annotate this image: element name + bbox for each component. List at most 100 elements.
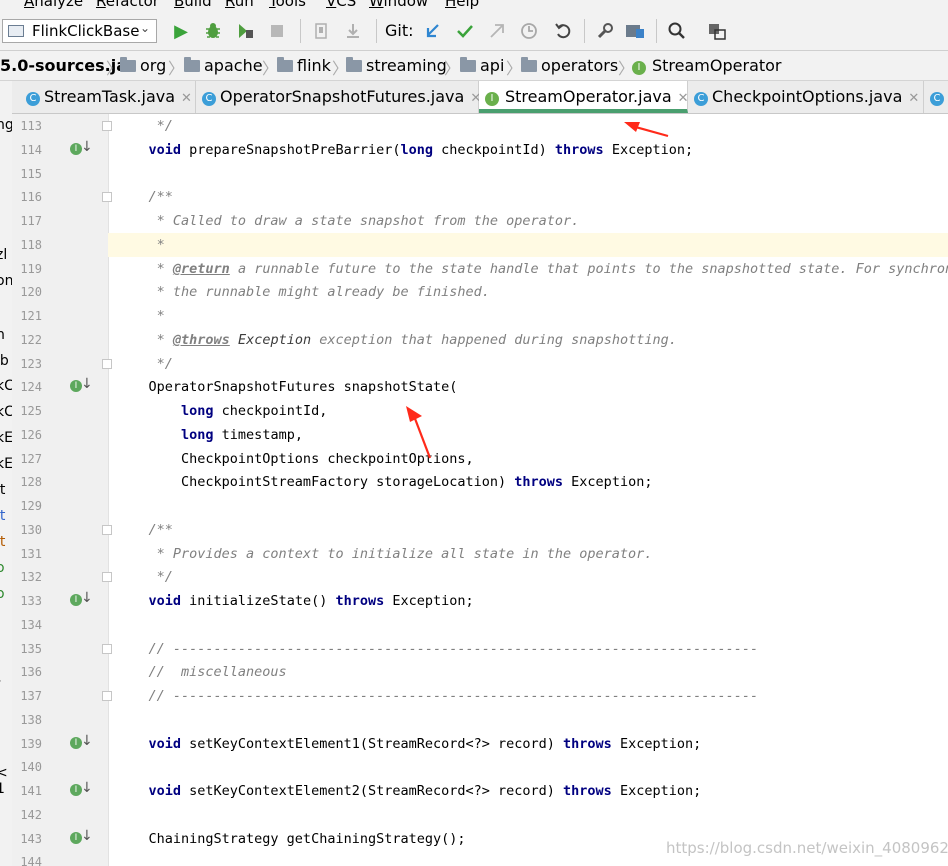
class-icon: C [930, 92, 944, 106]
breadcrumb-streaming[interactable]: streaming [346, 56, 447, 75]
breadcrumb-org[interactable]: org [120, 56, 166, 75]
code-line[interactable]: * @throws Exception exception that happe… [108, 328, 948, 352]
project-tree-fragment[interactable]: 1 [0, 781, 5, 797]
tab-overflow[interactable]: CC [924, 81, 948, 113]
terminal-icon[interactable] [706, 21, 728, 43]
debug-icon[interactable] [202, 21, 224, 43]
code-line[interactable]: long checkpointId, [108, 399, 948, 423]
menu-tools[interactable]: Tools [269, 0, 306, 11]
code-text: * Provides a context to initialize all s… [116, 546, 653, 562]
project-tree-fragment[interactable]: lt [0, 482, 5, 498]
implemented-method-icon[interactable]: I ↓ [70, 376, 93, 396]
git-update-icon[interactable] [422, 21, 444, 43]
breadcrumb-operators[interactable]: operators [521, 56, 618, 75]
fold-marker-icon[interactable] [102, 572, 112, 582]
code-line[interactable] [108, 613, 948, 637]
project-tree-fragment[interactable]: kE [0, 456, 12, 472]
close-icon[interactable]: ✕ [678, 91, 689, 106]
close-icon[interactable]: ✕ [181, 91, 192, 106]
project-tree-fragment[interactable]: lt [0, 508, 5, 524]
code-editor[interactable]: */ 113 void prepareSnapshotPreBarrier(lon… [12, 114, 948, 866]
run-with-coverage-icon[interactable] [234, 21, 256, 43]
code-line[interactable]: // -------------------------------------… [108, 684, 948, 708]
fold-marker-icon[interactable] [102, 359, 112, 369]
project-tree-fragment[interactable]: lt [0, 534, 5, 550]
code-line[interactable]: CheckpointOptions checkpointOptions, [108, 447, 948, 471]
implemented-method-icon[interactable]: I ↓ [70, 780, 93, 800]
code-line[interactable] [108, 803, 948, 827]
menu-build[interactable]: Build [174, 0, 212, 11]
project-tree-fragment[interactable]: n [0, 327, 5, 343]
project-tree-fragment[interactable]: o [0, 586, 5, 602]
code-line[interactable]: void setKeyContextElement1(StreamRecord<… [108, 732, 948, 756]
code-line[interactable]: * Provides a context to initialize all s… [108, 542, 948, 566]
breadcrumb-flink[interactable]: flink [277, 56, 331, 75]
search-icon[interactable] [666, 21, 688, 43]
implemented-method-icon[interactable]: I ↓ [70, 590, 93, 610]
menu-vcs[interactable]: VCS [326, 0, 356, 11]
code-line[interactable]: // -------------------------------------… [108, 637, 948, 661]
menu-analyze[interactable]: Analyze [24, 0, 83, 11]
tab-streamoperator[interactable]: I StreamOperator.java ✕ [479, 81, 689, 113]
git-compare-icon[interactable] [486, 21, 508, 43]
fold-marker-icon[interactable] [102, 644, 112, 654]
menu-run[interactable]: Run [225, 0, 254, 11]
attach-icon[interactable] [310, 21, 332, 43]
tab-checkpointoptions[interactable]: C CheckpointOptions.java ✕ [688, 81, 924, 113]
tab-operatorsnapshotfutures[interactable]: C OperatorSnapshotFutures.java ✕ [196, 81, 481, 113]
code-line[interactable]: * Called to draw a state snapshot from t… [108, 209, 948, 233]
fold-marker-icon[interactable] [102, 121, 112, 131]
code-line[interactable]: OperatorSnapshotFutures snapshotState( [108, 375, 948, 399]
menu-refactor[interactable]: Refactor [96, 0, 159, 11]
menu-help[interactable]: Help [445, 0, 479, 11]
breadcrumb-api[interactable]: api [460, 56, 504, 75]
project-tree-fragment[interactable]: ib [0, 353, 9, 369]
fold-marker-icon[interactable] [102, 525, 112, 535]
line-number: 126 [20, 428, 42, 442]
tab-streamtask[interactable]: C StreamTask.java ✕ [20, 81, 196, 113]
download-icon[interactable] [342, 21, 364, 43]
fold-marker-icon[interactable] [102, 192, 112, 202]
project-tree-fragment[interactable]: o [0, 560, 5, 576]
code-line[interactable]: void prepareSnapshotPreBarrier(long chec… [108, 138, 948, 162]
menu-window[interactable]: Window [369, 0, 428, 11]
implemented-method-icon[interactable]: I ↓ [70, 733, 93, 753]
run-configuration-select[interactable]: FlinkClickBase ⌄ [2, 19, 157, 43]
breadcrumb-apache[interactable]: apache [184, 56, 263, 75]
breadcrumb-streamoperator[interactable]: I StreamOperator [632, 56, 782, 75]
code-line[interactable]: long timestamp, [108, 423, 948, 447]
code-line[interactable]: // miscellaneous [108, 660, 948, 684]
code-line[interactable]: * [108, 233, 948, 257]
code-line[interactable]: * [108, 304, 948, 328]
code-line[interactable]: */ [108, 352, 948, 376]
git-commit-icon[interactable] [454, 21, 476, 43]
code-line[interactable] [108, 494, 948, 518]
code-line[interactable]: void setKeyContextElement2(StreamRecord<… [108, 779, 948, 803]
code-line[interactable]: */ [108, 565, 948, 589]
project-tree-fragment[interactable]: kE [0, 430, 12, 446]
close-icon[interactable]: ✕ [908, 91, 919, 106]
code-line[interactable]: /** [108, 518, 948, 542]
code-line[interactable] [108, 162, 948, 186]
code-line[interactable]: * the runnable might already be finished… [108, 280, 948, 304]
code-text: long checkpointId, [181, 403, 328, 419]
wrench-icon[interactable] [594, 21, 616, 43]
code-line[interactable]: /** [108, 185, 948, 209]
project-tree-fragment[interactable]: zl [0, 247, 7, 263]
rollback-icon[interactable] [552, 21, 574, 43]
stop-icon[interactable] [266, 21, 288, 43]
history-icon[interactable] [518, 21, 540, 43]
implemented-method-icon[interactable]: I ↓ [70, 828, 93, 848]
code-line[interactable] [108, 755, 948, 779]
project-structure-icon[interactable] [624, 21, 646, 43]
code-line[interactable] [108, 708, 948, 732]
code-line[interactable]: CheckpointStreamFactory storageLocation)… [108, 470, 948, 494]
code-line[interactable]: void initializeState() throws Exception; [108, 589, 948, 613]
code-line[interactable]: */ [108, 114, 948, 138]
code-line[interactable]: * @return a runnable future to the state… [108, 257, 948, 281]
run-icon[interactable]: ▶ [170, 21, 192, 43]
fold-marker-icon[interactable] [102, 691, 112, 701]
implemented-method-icon[interactable]: I ↓ [70, 139, 93, 159]
project-tree-fragment[interactable]: < [0, 765, 8, 781]
project-tree-fragment[interactable]: - [0, 673, 1, 689]
